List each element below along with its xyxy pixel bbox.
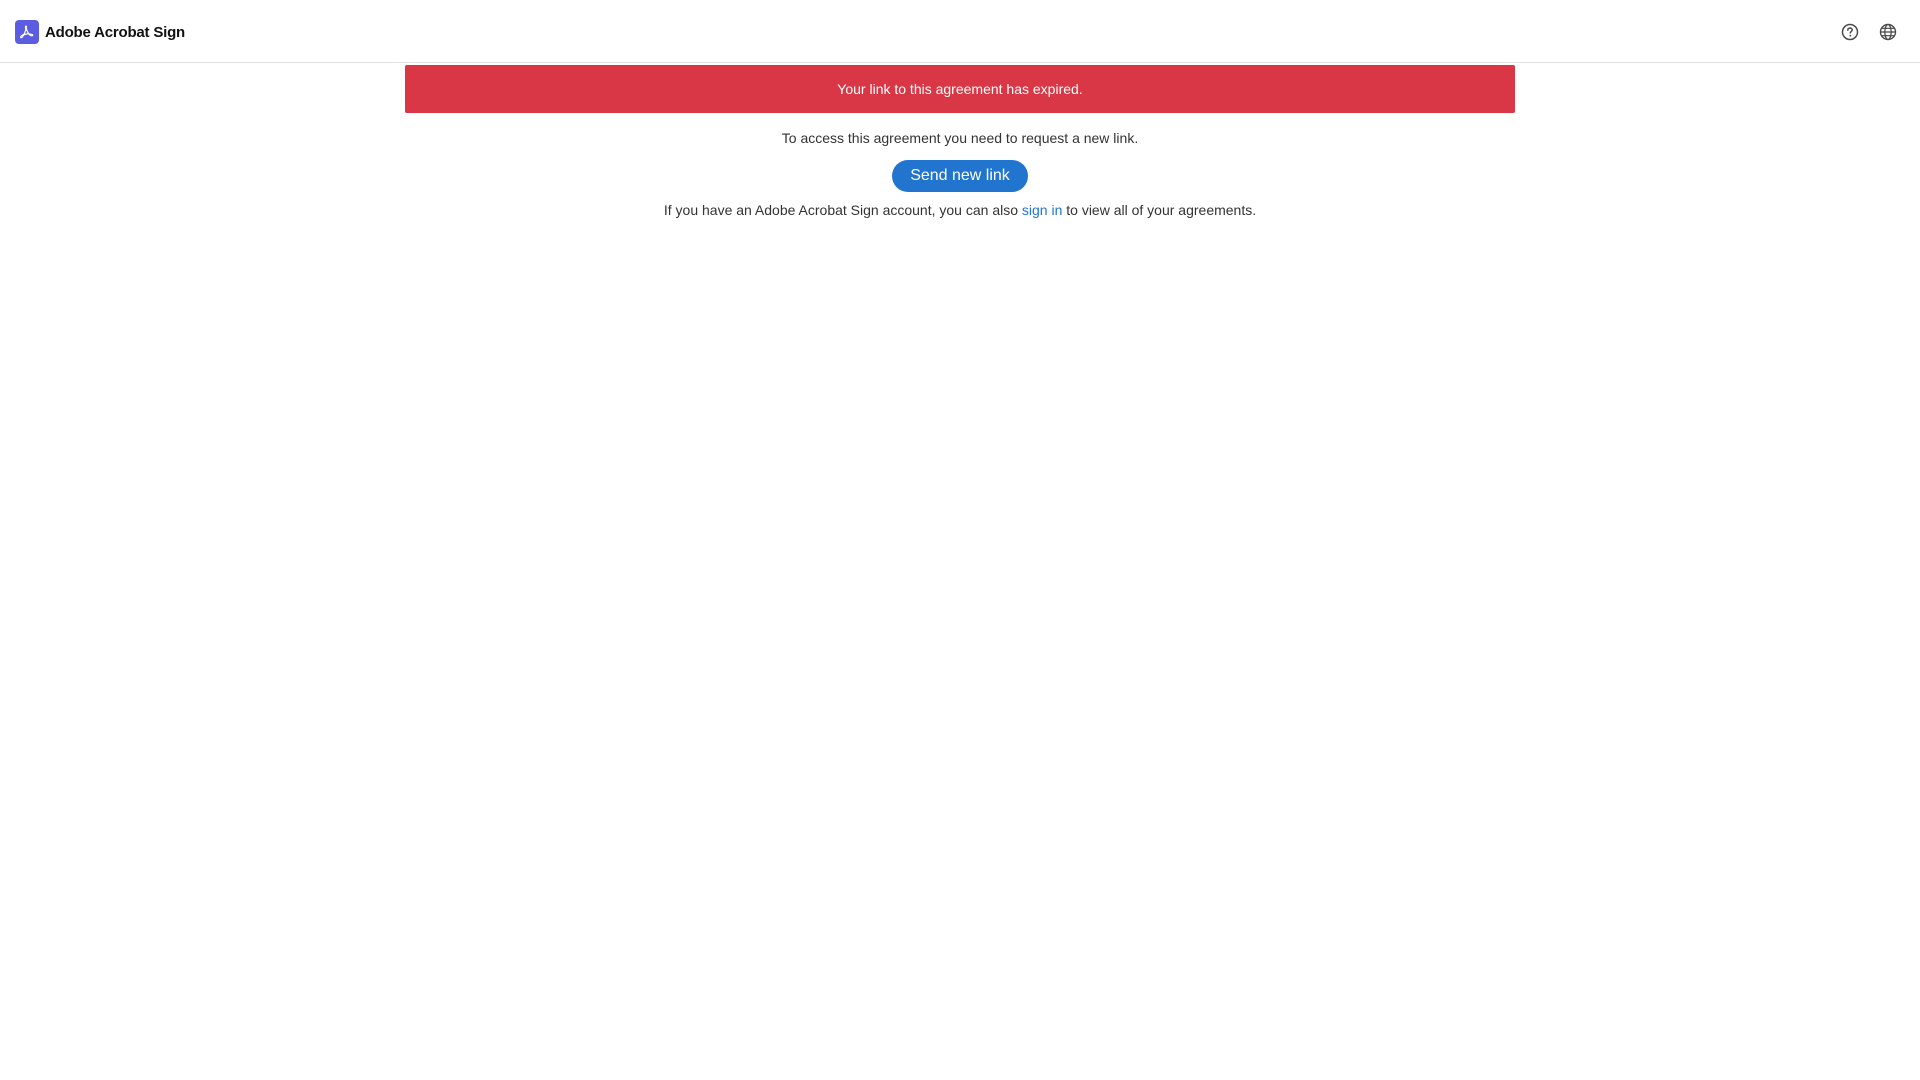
sign-in-link[interactable]: sign in: [1022, 202, 1062, 218]
signin-prefix: If you have an Adobe Acrobat Sign accoun…: [663, 202, 1022, 218]
acrobat-logo-icon: [15, 20, 39, 44]
expired-link-alert: Your link to this agreement has expired.: [405, 65, 1515, 113]
brand[interactable]: Adobe Acrobat Sign: [15, 20, 185, 44]
help-circle-icon[interactable]: [1839, 21, 1861, 43]
globe-icon[interactable]: [1877, 21, 1899, 43]
instruction-text: To access this agreement you need to req…: [781, 130, 1139, 146]
send-new-link-button[interactable]: Send new link: [892, 160, 1028, 192]
top-bar: Adobe Acrobat Sign: [0, 0, 1920, 63]
brand-name: Adobe Acrobat Sign: [45, 23, 186, 41]
signin-message: If you have an Adobe Acrobat Sign accoun…: [0, 202, 1920, 218]
alert-message: Your link to this agreement has expired.: [837, 81, 1083, 97]
signin-suffix: to view all of your agreements.: [1062, 202, 1257, 218]
